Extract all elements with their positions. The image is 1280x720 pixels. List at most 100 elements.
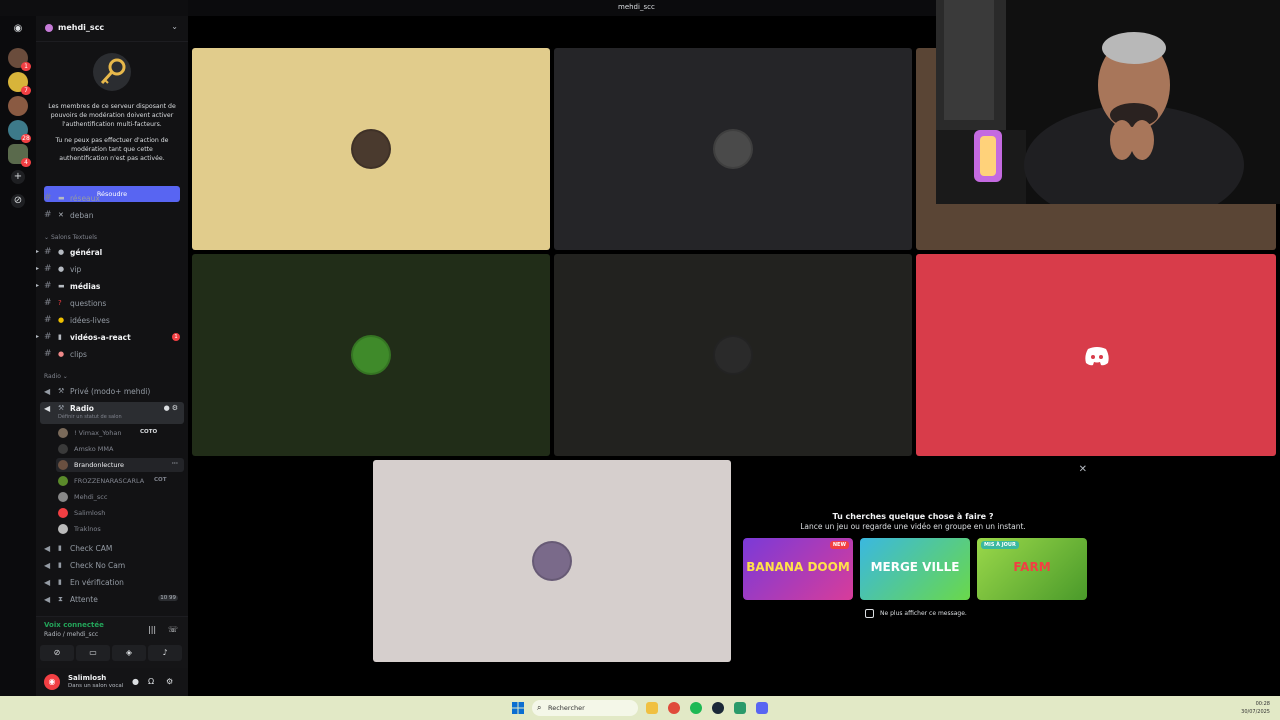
voice-member[interactable]: Traklnos bbox=[56, 522, 184, 536]
dont-show-checkbox[interactable] bbox=[865, 609, 874, 618]
explore-icon[interactable]: ⊘ bbox=[11, 194, 25, 208]
activities-button[interactable]: ◈ bbox=[112, 645, 146, 661]
activity-subtitle: Lance un jeu ou regarde une vidéo en gro… bbox=[800, 522, 1026, 531]
voice-channel-radio[interactable]: ◀ ⚒ Radio Définir un statut de salon ●⚙ bbox=[40, 402, 184, 424]
voice-member[interactable]: Salimlosh bbox=[56, 506, 184, 520]
game-card-merge-ville[interactable]: MERGE VILLE bbox=[860, 538, 970, 600]
key-icon bbox=[93, 53, 131, 91]
settings-gear-icon[interactable]: ⚙ bbox=[166, 677, 173, 686]
participant-tile-5[interactable] bbox=[554, 254, 912, 456]
voice-channel-attente[interactable]: ◀ ⧗ Attente 10 99 bbox=[40, 593, 184, 607]
server-icon-2[interactable]: 7 bbox=[8, 72, 31, 95]
discord-app: ◉ 1 7 28 4 + ⊘ mehdi_scc ⌄ Les membres d… bbox=[0, 0, 1280, 720]
user-avatar[interactable]: ◉ bbox=[44, 674, 60, 690]
channel-status-hint[interactable]: Définir un statut de salon bbox=[58, 414, 122, 420]
participant-tile-2[interactable] bbox=[554, 48, 912, 250]
participant-tile-4[interactable] bbox=[192, 254, 550, 456]
network-icon: ▬ bbox=[58, 194, 65, 202]
taskbar-clock[interactable]: 00:28 30/07/2025 bbox=[1241, 700, 1270, 716]
hash-icon: # bbox=[44, 264, 52, 274]
server-icon-1[interactable]: 1 bbox=[8, 48, 31, 71]
channel-medias[interactable]: ▸ # ▬ médias bbox=[36, 280, 188, 294]
voice-connected-status[interactable]: Voix connectée bbox=[44, 621, 104, 629]
server-icon-4[interactable]: 28 bbox=[8, 120, 31, 143]
category-radio[interactable]: Radio ⌄ bbox=[44, 373, 68, 380]
voice-channel-check-cam[interactable]: ◀ ▮ Check CAM bbox=[40, 542, 184, 556]
server-name: mehdi_scc bbox=[58, 23, 105, 32]
more-icon[interactable]: ··· bbox=[172, 461, 178, 467]
avatar bbox=[58, 508, 68, 518]
title-bar: mehdi_scc bbox=[188, 0, 936, 16]
soundboard-button[interactable]: ♪ bbox=[148, 645, 182, 661]
user-limit-badge: 10 99 bbox=[158, 595, 178, 601]
hourglass-icon: ⧗ bbox=[58, 595, 63, 603]
channel-deban[interactable]: # ✕ deban bbox=[36, 209, 188, 223]
discord-taskbar-icon[interactable] bbox=[756, 702, 768, 714]
mfa-notice: Les membres de ce serveur disposant de p… bbox=[36, 46, 188, 206]
channel-reseaux[interactable]: # ▬ réseaux bbox=[36, 192, 188, 206]
add-server-icon[interactable]: + bbox=[11, 170, 25, 184]
speaker-icon: ◀ bbox=[44, 544, 51, 553]
voice-member[interactable]: FROZZENARASCARLA COT bbox=[56, 474, 184, 488]
screen-share-button[interactable]: ▭ bbox=[76, 645, 110, 661]
avatar bbox=[58, 460, 68, 470]
channel-idees-lives[interactable]: # ● idées-lives bbox=[36, 314, 188, 328]
voice-member[interactable]: Amsko MMA bbox=[56, 442, 184, 456]
category-text-channels[interactable]: ⌄ Salons Textuels bbox=[44, 234, 97, 241]
webcam-feed-image bbox=[936, 0, 1280, 204]
disconnect-icon[interactable]: ☏ bbox=[168, 625, 178, 634]
voice-route[interactable]: Radio / mehdi_scc bbox=[44, 631, 98, 638]
microphone-icon[interactable]: ● bbox=[132, 677, 139, 686]
hammer-icon: ⚒ bbox=[58, 387, 65, 395]
voice-connection-panel: Voix connectée Radio / mehdi_scc ||| ☏ ⊘… bbox=[36, 616, 188, 668]
voice-channel-check-no-cam[interactable]: ◀ ▮ Check No Cam bbox=[40, 559, 184, 573]
channel-videos-a-react[interactable]: ▸ # ▮ vidéos-a-react 1 bbox=[36, 331, 188, 345]
discord-home-icon[interactable]: ◉ bbox=[11, 22, 25, 36]
channel-general[interactable]: ▸ # ● général bbox=[36, 246, 188, 260]
game-card-banana-doom[interactable]: NEW BANANA DOOM bbox=[743, 538, 853, 600]
participant-tile-1[interactable] bbox=[192, 48, 550, 250]
tools-icon: ✕ bbox=[58, 211, 64, 219]
channel-tools-icons[interactable]: ●⚙ bbox=[164, 404, 180, 412]
activity-title: Tu cherches quelque chose à faire ? bbox=[832, 512, 994, 521]
caret-right-icon: ▸ bbox=[36, 248, 40, 255]
document-icon: ▮ bbox=[58, 578, 62, 586]
windows-start-icon[interactable] bbox=[512, 702, 524, 714]
participant-tile-7[interactable] bbox=[373, 460, 731, 662]
app-icon[interactable] bbox=[734, 702, 746, 714]
steam-icon[interactable] bbox=[712, 702, 724, 714]
server-icon-mehdi-active[interactable]: 4 bbox=[8, 144, 31, 167]
camera-button[interactable]: ⊘ bbox=[40, 645, 74, 661]
participant-tile-6[interactable] bbox=[916, 254, 1276, 456]
dont-show-label[interactable]: Ne plus afficher ce message. bbox=[880, 610, 967, 617]
user-name[interactable]: Salimlosh bbox=[68, 674, 106, 682]
voice-channel-prive[interactable]: ◀ ⚒ Privé (modo+ mehdi) bbox=[40, 385, 184, 399]
media-icon: ▬ bbox=[58, 282, 65, 290]
noise-suppression-icon[interactable]: ||| bbox=[148, 625, 156, 634]
channel-questions[interactable]: # ? questions bbox=[36, 297, 188, 311]
file-explorer-icon[interactable] bbox=[646, 702, 658, 714]
avatar bbox=[713, 335, 753, 375]
channel-vip[interactable]: ▸ # ● vip bbox=[36, 263, 188, 277]
chrome-icon[interactable] bbox=[668, 702, 680, 714]
headphones-icon[interactable]: Ω bbox=[148, 677, 154, 686]
windows-taskbar: ⌕ Rechercher 00:28 30/07/2025 bbox=[0, 696, 1280, 720]
spotify-icon[interactable] bbox=[690, 702, 702, 714]
hash-icon: # bbox=[44, 281, 52, 291]
close-icon[interactable]: ✕ bbox=[1079, 464, 1087, 475]
hash-icon: # bbox=[44, 332, 52, 342]
voice-member[interactable]: Brandonlecture ··· bbox=[56, 458, 184, 472]
server-icon-3[interactable] bbox=[8, 96, 28, 116]
caret-right-icon: ▸ bbox=[36, 265, 40, 272]
channel-clips[interactable]: # ● clips bbox=[36, 348, 188, 362]
game-card-farm[interactable]: MIS À JOUR FARM bbox=[977, 538, 1087, 600]
chevron-down-icon[interactable]: ⌄ bbox=[171, 22, 178, 31]
hash-icon: # bbox=[44, 349, 52, 359]
voice-channel-verification[interactable]: ◀ ▮ En vérification bbox=[40, 576, 184, 590]
voice-member[interactable]: Mehdi_scc bbox=[56, 490, 184, 504]
voice-member[interactable]: ! Vimax_Yohan COTO bbox=[56, 426, 184, 440]
taskbar-search[interactable]: ⌕ Rechercher bbox=[532, 700, 638, 716]
server-header[interactable]: mehdi_scc ⌄ bbox=[36, 16, 188, 42]
document-icon: ▮ bbox=[58, 561, 62, 569]
hash-icon: # bbox=[44, 298, 52, 308]
